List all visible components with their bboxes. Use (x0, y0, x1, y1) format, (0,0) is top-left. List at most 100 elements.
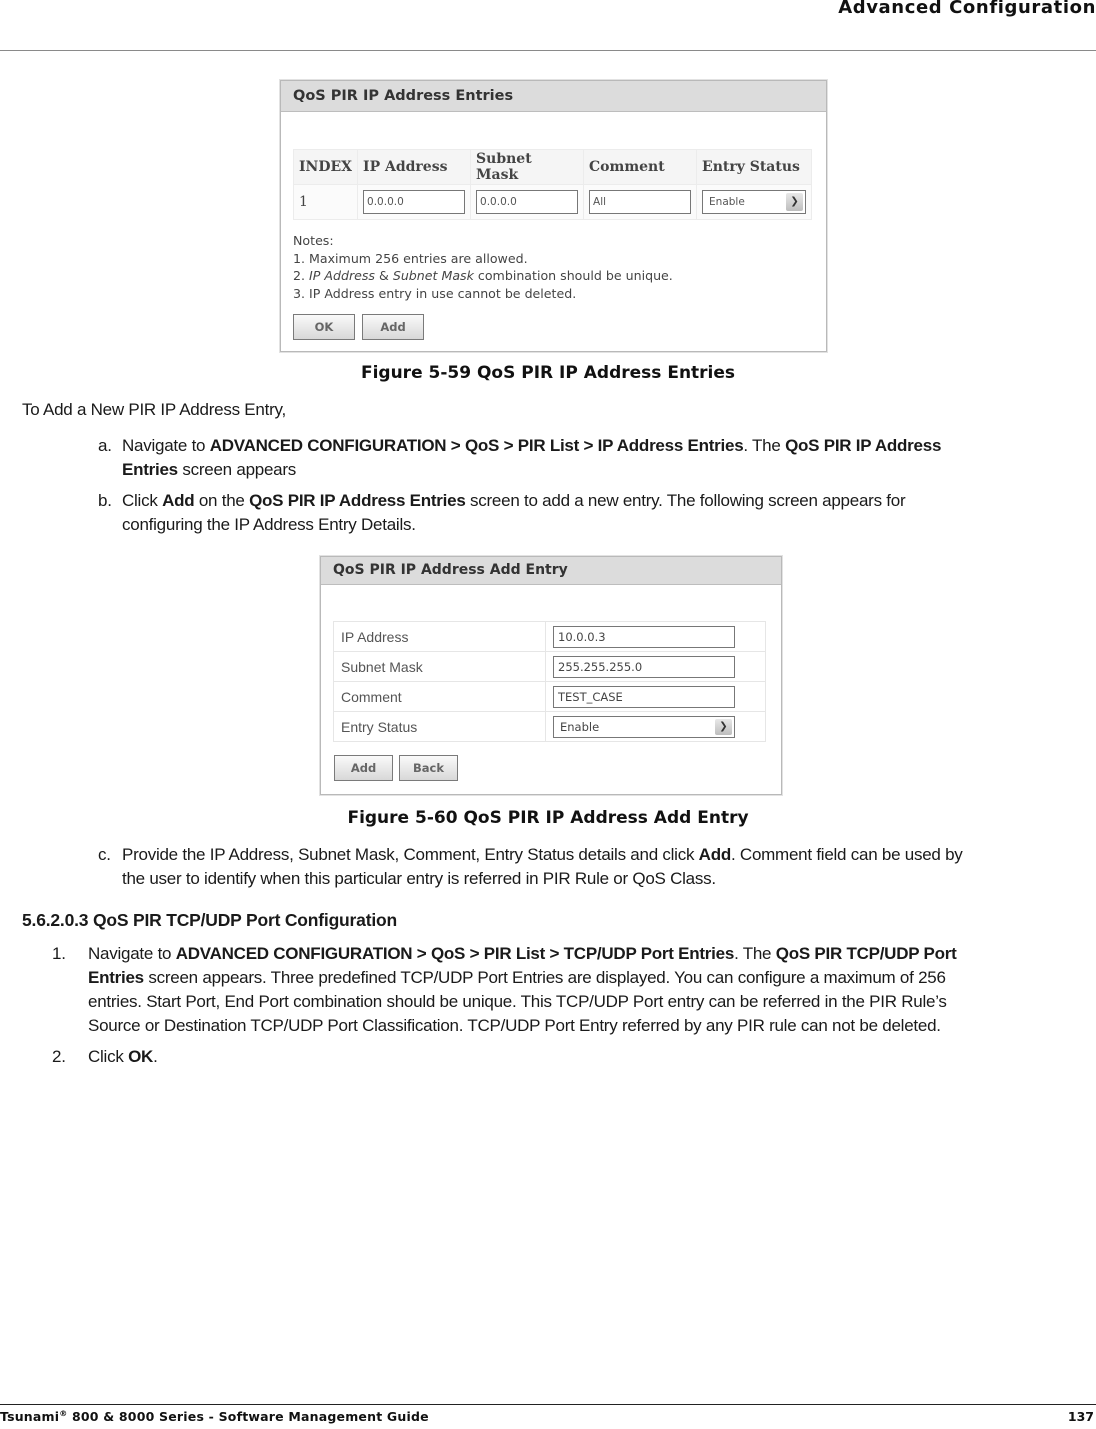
nav-path: ADVANCED CONFIGURATION > QoS > PIR List … (175, 944, 735, 963)
comment-input[interactable]: All (589, 190, 692, 214)
table-header-row: INDEX IP Address Subnet Mask Comment Ent… (292, 149, 813, 185)
header-divider (0, 50, 1096, 51)
index-cell: 1 (292, 184, 359, 220)
entry-status-select[interactable]: Enable ❯ (553, 715, 735, 738)
ip-address-label: IP Address (333, 621, 546, 652)
intro-text: To Add a New PIR IP Address Entry, (22, 400, 286, 419)
text-run: Navigate to (88, 944, 176, 963)
step-2-text: Click OK. (88, 1045, 158, 1069)
text-run: . The (743, 436, 786, 455)
ok-button[interactable]: OK (293, 314, 355, 340)
text-run: screen appears. Three predefined TCP/UDP… (143, 968, 946, 987)
note-2-ip-address: IP Address (309, 268, 375, 283)
text-run: on the (194, 491, 250, 510)
note-2-amp: & (375, 268, 393, 283)
column-header-index: INDEX (292, 149, 359, 185)
back-button[interactable]: Back (399, 755, 458, 781)
table-row: 1 0.0.0.0 0.0.0.0 All Enable ❯ (292, 184, 813, 220)
comment-cell: TEST_CASE (545, 681, 766, 712)
figure-caption: Figure 5-60 QoS PIR IP Address Add Entry (347, 808, 749, 828)
comment-label: Comment (333, 681, 546, 712)
text-run: Navigate to (122, 436, 210, 455)
ip-address-entries-table: INDEX IP Address Subnet Mask Comment Ent… (292, 149, 813, 220)
note-2-subnet-mask: Subnet Mask (392, 268, 474, 283)
text-run: . (153, 1047, 158, 1066)
step-2-marker: 2. (52, 1047, 66, 1066)
ip-address-input[interactable]: 0.0.0.0 (363, 190, 466, 214)
screen-name-cont: Entries (88, 968, 144, 987)
step-1-marker: 1. (52, 944, 66, 963)
form-row-entry-status: Entry Status Enable ❯ (333, 711, 766, 742)
text-run: screen to add a new entry. The following… (465, 491, 906, 510)
step-b-marker: b. (98, 491, 112, 510)
form-row-comment: Comment TEST_CASE (333, 681, 766, 712)
form-row-ip-address: IP Address 10.0.0.3 (333, 621, 766, 652)
entry-status-label: Entry Status (333, 711, 546, 742)
nav-path: ADVANCED CONFIGURATION > QoS > PIR List … (209, 436, 744, 455)
screen-name: QoS PIR TCP/UDP Port (775, 944, 957, 963)
add-entry-form: IP Address 10.0.0.3 Subnet Mask 255.255.… (333, 621, 766, 742)
entry-status-value: Enable (709, 196, 745, 208)
step-c-marker: c. (98, 845, 111, 864)
column-header-entry-status: Entry Status (696, 149, 813, 185)
note-2-prefix: 2. (293, 268, 310, 283)
note-2-suffix: combination should be unique. (473, 268, 673, 283)
step-1-text: Navigate to ADVANCED CONFIGURATION > QoS… (88, 942, 1096, 1038)
chevron-down-icon[interactable]: ❯ (786, 193, 804, 211)
text-run: Provide the IP Address, Subnet Mask, Com… (122, 845, 699, 864)
entry-status-value: Enable (560, 719, 600, 734)
product-name: Tsunami (0, 1409, 60, 1425)
footer-divider (0, 1404, 1096, 1405)
column-header-ip-address: IP Address (357, 149, 472, 185)
comment-input[interactable]: TEST_CASE (553, 685, 735, 708)
step-b-text: Click Add on the QoS PIR IP Address Entr… (122, 489, 1082, 537)
text-run: . Comment field can be used by (730, 845, 963, 864)
notes: Notes: 1. Maximum 256 entries are allowe… (293, 232, 673, 302)
text-run: Click (122, 491, 163, 510)
text-run: configuring the IP Address Entry Details… (122, 515, 416, 534)
form-row-subnet-mask: Subnet Mask 255.255.255.0 (333, 651, 766, 682)
note-2: 2. IP Address & Subnet Mask combination … (293, 267, 673, 285)
add-label: Add (162, 491, 195, 510)
chapter-title: Advanced Configuration (838, 0, 1096, 18)
screen-name: QoS PIR IP Address Entries (249, 491, 466, 510)
screen-name-cont: Entries (122, 460, 178, 479)
subnet-mask-cell: 0.0.0.0 (470, 184, 585, 220)
ip-address-cell: 0.0.0.0 (357, 184, 472, 220)
ip-address-input[interactable]: 10.0.0.3 (553, 625, 735, 648)
qos-pir-ip-address-entries-screenshot: QoS PIR IP Address Entries INDEX IP Addr… (280, 80, 827, 352)
panel-title: QoS PIR IP Address Add Entry (321, 557, 781, 585)
entry-status-select[interactable]: Enable ❯ (702, 190, 807, 214)
figure-caption: Figure 5-59 QoS PIR IP Address Entries (360, 363, 736, 383)
add-label: Add (698, 845, 732, 864)
footer-guide-title: Tsunami® 800 & 8000 Series - Software Ma… (0, 1409, 429, 1424)
panel-title: QoS PIR IP Address Entries (281, 81, 826, 112)
entry-status-cell: Enable ❯ (696, 184, 813, 220)
comment-cell: All (583, 184, 698, 220)
note-1: 1. Maximum 256 entries are allowed. (293, 250, 528, 266)
text-run: Click (88, 1047, 129, 1066)
step-c-text: Provide the IP Address, Subnet Mask, Com… (122, 843, 1096, 891)
column-header-subnet-mask: Subnet Mask (470, 149, 585, 185)
section-heading: 5.6.2.0.3 QoS PIR TCP/UDP Port Configura… (22, 910, 397, 930)
guide-name: 800 & 8000 Series - Software Management … (67, 1409, 429, 1425)
subnet-mask-label: Subnet Mask (333, 651, 546, 682)
note-3: 3. IP Address entry in use cannot be del… (293, 285, 577, 301)
add-button[interactable]: Add (334, 755, 393, 781)
ok-label: OK (128, 1047, 154, 1066)
column-header-comment: Comment (583, 149, 698, 185)
screen-name: QoS PIR IP Address (785, 436, 942, 455)
chevron-down-icon[interactable]: ❯ (715, 718, 732, 735)
subnet-mask-input[interactable]: 255.255.255.0 (553, 655, 735, 678)
add-button[interactable]: Add (362, 314, 424, 340)
entry-status-cell: Enable ❯ (545, 711, 766, 742)
text-run: screen appears (177, 460, 297, 479)
text-run: . The (734, 944, 776, 963)
text-run: entries. Start Port, End Port combinatio… (88, 992, 947, 1011)
text-run: Source or Destination TCP/UDP Port Class… (88, 1016, 941, 1035)
ip-address-cell: 10.0.0.3 (545, 621, 766, 652)
qos-pir-ip-address-add-entry-screenshot: QoS PIR IP Address Add Entry IP Address … (320, 556, 782, 795)
step-a-text: Navigate to ADVANCED CONFIGURATION > QoS… (122, 434, 1082, 482)
step-a-marker: a. (98, 436, 112, 455)
subnet-mask-input[interactable]: 0.0.0.0 (476, 190, 579, 214)
